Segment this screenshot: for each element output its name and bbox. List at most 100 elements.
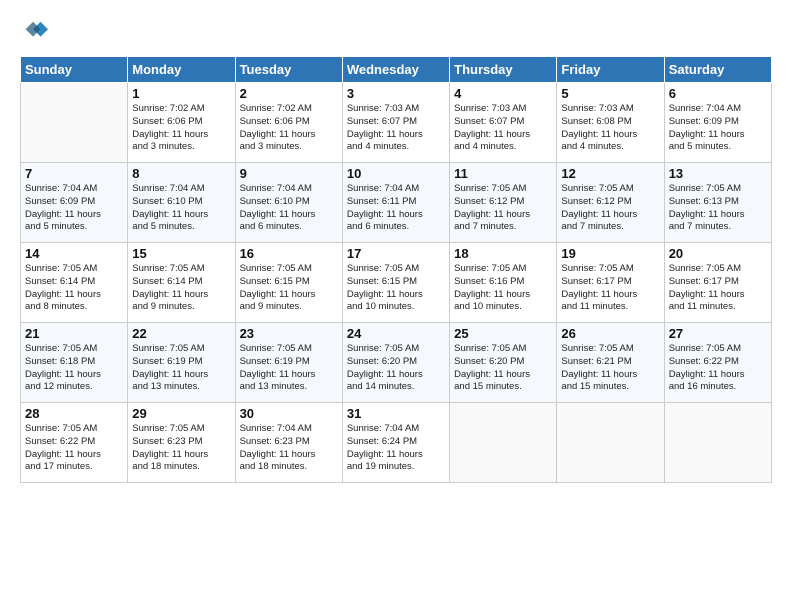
day-info: Sunrise: 7:05 AM Sunset: 6:19 PM Dayligh… [240,343,338,394]
calendar-cell: 9 Sunrise: 7:04 AM Sunset: 6:10 PM Daylig… [235,163,342,243]
col-header-monday: Monday [128,57,235,83]
day-number: 1 [132,86,230,101]
calendar-cell: 8 Sunrise: 7:04 AM Sunset: 6:10 PM Daylig… [128,163,235,243]
day-info: Sunrise: 7:02 AM Sunset: 6:06 PM Dayligh… [240,103,338,154]
calendar-cell: 10Sunrise: 7:04 AM Sunset: 6:11 PM Dayli… [342,163,449,243]
day-info: Sunrise: 7:04 AM Sunset: 6:09 PM Dayligh… [669,103,767,154]
day-number: 7 [25,166,123,181]
day-number: 12 [561,166,659,181]
day-number: 31 [347,406,445,421]
calendar-cell: 17 Sunrise: 7:05 AM Sunset: 6:15 PM Dayli… [342,243,449,323]
day-info: Sunrise: 7:05 AM Sunset: 6:17 PM Dayligh… [561,263,659,314]
day-number: 6 [669,86,767,101]
day-info: Sunrise: 7:03 AM Sunset: 6:07 PM Dayligh… [454,103,552,154]
day-info: Sunrise: 7:05 AM Sunset: 6:14 PM Dayligh… [132,263,230,314]
calendar-cell: 15 Sunrise: 7:05 AM Sunset: 6:14 PM Dayli… [128,243,235,323]
day-info: Sunrise: 7:05 AM Sunset: 6:19 PM Dayligh… [132,343,230,394]
calendar-cell: 2 Sunrise: 7:02 AM Sunset: 6:06 PM Daylig… [235,83,342,163]
calendar-cell: 3 Sunrise: 7:03 AM Sunset: 6:07 PM Daylig… [342,83,449,163]
calendar-cell: 23 Sunrise: 7:05 AM Sunset: 6:19 PM Dayli… [235,323,342,403]
col-header-sunday: Sunday [21,57,128,83]
page-header [20,18,772,46]
day-info: Sunrise: 7:05 AM Sunset: 6:12 PM Dayligh… [454,183,552,234]
calendar-cell: 26Sunrise: 7:05 AM Sunset: 6:21 PM Dayli… [557,323,664,403]
day-info: Sunrise: 7:04 AM Sunset: 6:24 PM Dayligh… [347,423,445,474]
day-info: Sunrise: 7:04 AM Sunset: 6:10 PM Dayligh… [132,183,230,234]
day-number: 2 [240,86,338,101]
calendar-cell [450,403,557,483]
day-number: 15 [132,246,230,261]
calendar-cell: 16Sunrise: 7:05 AM Sunset: 6:15 PM Dayli… [235,243,342,323]
day-info: Sunrise: 7:02 AM Sunset: 6:06 PM Dayligh… [132,103,230,154]
day-number: 27 [669,326,767,341]
day-number: 23 [240,326,338,341]
day-number: 28 [25,406,123,421]
day-info: Sunrise: 7:05 AM Sunset: 6:20 PM Dayligh… [454,343,552,394]
day-info: Sunrise: 7:05 AM Sunset: 6:20 PM Dayligh… [347,343,445,394]
calendar-cell: 18Sunrise: 7:05 AM Sunset: 6:16 PM Dayli… [450,243,557,323]
day-info: Sunrise: 7:03 AM Sunset: 6:07 PM Dayligh… [347,103,445,154]
calendar-cell [664,403,771,483]
day-info: Sunrise: 7:05 AM Sunset: 6:15 PM Dayligh… [347,263,445,314]
day-info: Sunrise: 7:05 AM Sunset: 6:18 PM Dayligh… [25,343,123,394]
day-number: 8 [132,166,230,181]
logo [20,18,50,46]
day-number: 17 [347,246,445,261]
calendar-body: 1 Sunrise: 7:02 AM Sunset: 6:06 PM Daylig… [21,83,772,483]
day-info: Sunrise: 7:05 AM Sunset: 6:14 PM Dayligh… [25,263,123,314]
day-number: 4 [454,86,552,101]
calendar-cell: 21 Sunrise: 7:05 AM Sunset: 6:18 PM Dayli… [21,323,128,403]
calendar-cell: 29Sunrise: 7:05 AM Sunset: 6:23 PM Dayli… [128,403,235,483]
day-info: Sunrise: 7:05 AM Sunset: 6:17 PM Dayligh… [669,263,767,314]
calendar-cell: 1 Sunrise: 7:02 AM Sunset: 6:06 PM Daylig… [128,83,235,163]
day-number: 11 [454,166,552,181]
day-number: 30 [240,406,338,421]
calendar-cell: 20 Sunrise: 7:05 AM Sunset: 6:17 PM Dayli… [664,243,771,323]
calendar-cell: 12Sunrise: 7:05 AM Sunset: 6:12 PM Dayli… [557,163,664,243]
day-number: 19 [561,246,659,261]
day-info: Sunrise: 7:04 AM Sunset: 6:09 PM Dayligh… [25,183,123,234]
day-info: Sunrise: 7:04 AM Sunset: 6:10 PM Dayligh… [240,183,338,234]
calendar-cell [557,403,664,483]
calendar-cell: 5 Sunrise: 7:03 AM Sunset: 6:08 PM Daylig… [557,83,664,163]
day-number: 14 [25,246,123,261]
calendar-cell: 28 Sunrise: 7:05 AM Sunset: 6:22 PM Dayli… [21,403,128,483]
calendar-cell: 11 Sunrise: 7:05 AM Sunset: 6:12 PM Dayli… [450,163,557,243]
day-info: Sunrise: 7:05 AM Sunset: 6:23 PM Dayligh… [132,423,230,474]
day-info: Sunrise: 7:03 AM Sunset: 6:08 PM Dayligh… [561,103,659,154]
day-number: 5 [561,86,659,101]
day-info: Sunrise: 7:04 AM Sunset: 6:23 PM Dayligh… [240,423,338,474]
col-header-friday: Friday [557,57,664,83]
day-number: 21 [25,326,123,341]
day-number: 13 [669,166,767,181]
calendar-cell: 14 Sunrise: 7:05 AM Sunset: 6:14 PM Dayli… [21,243,128,323]
day-number: 9 [240,166,338,181]
day-info: Sunrise: 7:05 AM Sunset: 6:13 PM Dayligh… [669,183,767,234]
calendar-header-row: SundayMondayTuesdayWednesdayThursdayFrid… [21,57,772,83]
week-row: 7 Sunrise: 7:04 AM Sunset: 6:09 PM Daylig… [21,163,772,243]
week-row: 14 Sunrise: 7:05 AM Sunset: 6:14 PM Dayli… [21,243,772,323]
calendar-cell: 30 Sunrise: 7:04 AM Sunset: 6:23 PM Dayli… [235,403,342,483]
calendar-cell: 22 Sunrise: 7:05 AM Sunset: 6:19 PM Dayli… [128,323,235,403]
day-number: 18 [454,246,552,261]
calendar-cell: 4 Sunrise: 7:03 AM Sunset: 6:07 PM Daylig… [450,83,557,163]
day-number: 24 [347,326,445,341]
day-info: Sunrise: 7:05 AM Sunset: 6:22 PM Dayligh… [669,343,767,394]
calendar-cell: 13 Sunrise: 7:05 AM Sunset: 6:13 PM Dayli… [664,163,771,243]
day-number: 20 [669,246,767,261]
col-header-wednesday: Wednesday [342,57,449,83]
week-row: 1 Sunrise: 7:02 AM Sunset: 6:06 PM Daylig… [21,83,772,163]
col-header-thursday: Thursday [450,57,557,83]
day-number: 16 [240,246,338,261]
day-info: Sunrise: 7:05 AM Sunset: 6:21 PM Dayligh… [561,343,659,394]
week-row: 21 Sunrise: 7:05 AM Sunset: 6:18 PM Dayli… [21,323,772,403]
calendar-cell: 25Sunrise: 7:05 AM Sunset: 6:20 PM Dayli… [450,323,557,403]
day-number: 22 [132,326,230,341]
week-row: 28 Sunrise: 7:05 AM Sunset: 6:22 PM Dayli… [21,403,772,483]
calendar-cell: 19 Sunrise: 7:05 AM Sunset: 6:17 PM Dayli… [557,243,664,323]
day-number: 3 [347,86,445,101]
logo-icon [20,18,48,46]
col-header-tuesday: Tuesday [235,57,342,83]
calendar-cell: 7 Sunrise: 7:04 AM Sunset: 6:09 PM Daylig… [21,163,128,243]
day-info: Sunrise: 7:05 AM Sunset: 6:22 PM Dayligh… [25,423,123,474]
